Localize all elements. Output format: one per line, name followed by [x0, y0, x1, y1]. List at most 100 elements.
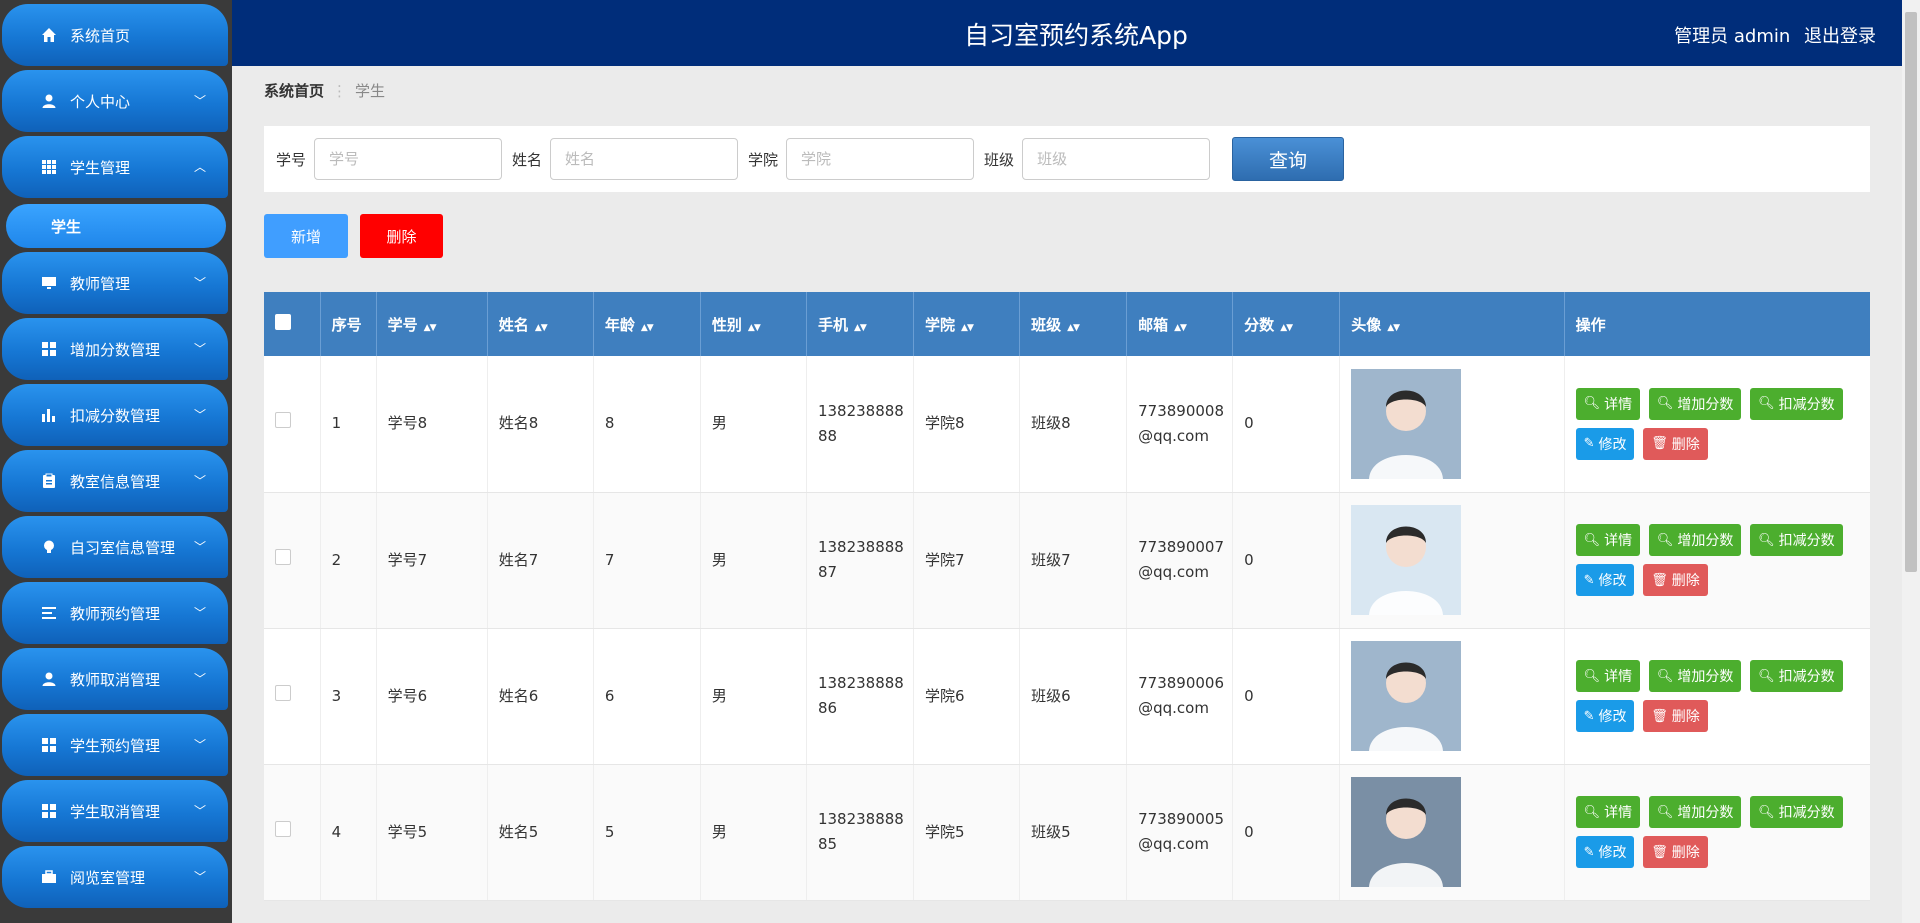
scrollbar-thumb[interactable]: [1905, 12, 1917, 572]
edit-button[interactable]: ✎ 修改: [1575, 836, 1635, 868]
page-scrollbar[interactable]: [1902, 0, 1920, 923]
search-icon: 🔍︎: [1656, 396, 1674, 412]
batch-delete-button[interactable]: 删除: [360, 214, 443, 258]
sort-icon[interactable]: ▲▼: [1067, 323, 1080, 333]
subtract-score-button[interactable]: 🔍︎ 扣减分数: [1750, 660, 1843, 692]
col-email[interactable]: 邮箱 ▲▼: [1126, 292, 1234, 356]
search-form: 学号 姓名 学院 班级 查询: [264, 126, 1870, 192]
detail-button[interactable]: 🔍︎ 详情: [1575, 660, 1641, 692]
query-button[interactable]: 查询: [1232, 137, 1345, 181]
ops-line-2: ✎ 修改 🗑︎ 删除: [1575, 560, 1870, 600]
user-icon: [40, 92, 58, 110]
col-class[interactable]: 班级 ▲▼: [1019, 292, 1128, 356]
sidebar-item-personal[interactable]: 个人中心 ﹀: [2, 70, 228, 132]
sidebar-item-reading-room[interactable]: 阅览室管理 ﹀: [2, 846, 228, 908]
col-college[interactable]: 学院 ▲▼: [913, 292, 1021, 356]
row-checkbox[interactable]: [275, 548, 291, 565]
sidebar: 系统首页 个人中心 ﹀ 学生管理 ︿ 学生 教师管理 ﹀ 增加分数管理 ﹀ 扣减…: [0, 0, 232, 923]
col-avatar[interactable]: 头像 ▲▼: [1339, 292, 1565, 356]
chevron-down-icon: ﹀: [193, 804, 206, 818]
sidebar-item-teacher-booking[interactable]: 教师预约管理 ﹀: [2, 582, 228, 644]
user-area: 管理员 admin 退出登录: [1666, 22, 1876, 48]
subtract-score-button[interactable]: 🔍︎ 扣减分数: [1750, 796, 1843, 828]
cell-email: 773890006 @qq.com: [1126, 628, 1234, 765]
subtract-score-button[interactable]: 🔍︎ 扣减分数: [1750, 524, 1843, 556]
chevron-down-icon: ﹀: [193, 672, 206, 686]
search-icon: 🔍︎: [1656, 532, 1674, 548]
sidebar-item-classroom[interactable]: 教室信息管理 ﹀: [2, 450, 228, 512]
sort-icon[interactable]: ▲▼: [1387, 323, 1400, 333]
breadcrumb-home[interactable]: 系统首页: [264, 82, 324, 100]
ops-line-1: 🔍︎ 详情 🔍︎ 增加分数 🔍︎ 扣减分数: [1575, 792, 1870, 832]
class-input[interactable]: [1022, 138, 1211, 180]
row-checkbox[interactable]: [275, 684, 291, 701]
breadcrumb-current: 学生: [355, 82, 386, 100]
cell-phone: 138238888 87: [806, 492, 915, 629]
row-checkbox[interactable]: [275, 412, 291, 429]
student-id-input[interactable]: [314, 138, 503, 180]
col-age[interactable]: 年龄 ▲▼: [593, 292, 701, 356]
delete-row-button[interactable]: 🗑︎ 删除: [1643, 564, 1708, 596]
sort-icon[interactable]: ▲▼: [641, 323, 654, 333]
name-input[interactable]: [550, 138, 739, 180]
sort-icon[interactable]: ▲▼: [535, 323, 548, 333]
breadcrumb-separator: ⋮: [332, 82, 348, 100]
select-all-checkbox[interactable]: [275, 314, 291, 330]
row-checkbox[interactable]: [275, 820, 291, 837]
col-sex[interactable]: 性别 ▲▼: [700, 292, 807, 356]
sort-icon[interactable]: ▲▼: [424, 323, 437, 333]
sidebar-item-add-score[interactable]: 增加分数管理 ﹀: [2, 318, 228, 380]
col-phone[interactable]: 手机 ▲▼: [806, 292, 915, 356]
detail-button[interactable]: 🔍︎ 详情: [1575, 524, 1641, 556]
cell-college: 学院5: [913, 764, 1021, 901]
cell-email: 773890007 @qq.com: [1126, 492, 1234, 629]
student-id-label: 学号: [276, 150, 307, 169]
add-score-button[interactable]: 🔍︎ 增加分数: [1648, 387, 1742, 420]
col-name[interactable]: 姓名 ▲▼: [487, 292, 594, 356]
delete-row-button[interactable]: 🗑︎ 删除: [1643, 427, 1708, 460]
logout-link[interactable]: 退出登录: [1804, 26, 1876, 47]
search-icon: 🔍︎: [1758, 532, 1775, 548]
sidebar-item-student[interactable]: 学生管理 ︿: [2, 136, 228, 198]
add-button[interactable]: 新增: [264, 214, 348, 258]
edit-button[interactable]: ✎ 修改: [1575, 700, 1635, 732]
sort-icon[interactable]: ▲▼: [854, 323, 867, 333]
sort-icon[interactable]: ▲▼: [1174, 323, 1187, 333]
trash-icon: 🗑︎: [1651, 708, 1668, 724]
sidebar-item-student-booking[interactable]: 学生预约管理 ﹀: [2, 714, 228, 776]
edit-button[interactable]: ✎ 修改: [1575, 427, 1635, 460]
chevron-down-icon: ﹀: [193, 870, 206, 884]
sidebar-item-teacher-cancel[interactable]: 教师取消管理 ﹀: [2, 648, 228, 710]
sidebar-subitem-student[interactable]: 学生: [6, 204, 226, 248]
college-input[interactable]: [786, 138, 975, 180]
list-icon: [40, 604, 58, 622]
sidebar-item-sub-score[interactable]: 扣减分数管理 ﹀: [2, 384, 228, 446]
cell-score: 0: [1232, 356, 1341, 493]
trash-icon: 🗑︎: [1651, 436, 1668, 452]
delete-row-button[interactable]: 🗑︎ 删除: [1643, 836, 1708, 868]
subtract-score-button[interactable]: 🔍︎ 扣减分数: [1750, 387, 1843, 420]
add-score-button[interactable]: 🔍︎ 增加分数: [1648, 796, 1742, 828]
edit-button[interactable]: ✎ 修改: [1575, 564, 1635, 596]
search-icon: 🔍︎: [1656, 668, 1674, 684]
sidebar-item-teacher[interactable]: 教师管理 ﹀: [2, 252, 228, 314]
chevron-down-icon: ﹀: [193, 276, 206, 290]
col-student-id[interactable]: 学号 ▲▼: [376, 292, 488, 356]
grid-icon: [40, 340, 58, 358]
top-header: 自习室预约系统App 管理员 admin 退出登录: [232, 0, 1920, 66]
add-score-button[interactable]: 🔍︎ 增加分数: [1648, 660, 1742, 692]
detail-button[interactable]: 🔍︎ 详情: [1575, 796, 1641, 828]
sort-icon[interactable]: ▲▼: [748, 323, 761, 333]
col-actions: 操作: [1564, 292, 1870, 356]
sort-icon[interactable]: ▲▼: [961, 323, 974, 333]
cell-index: 3: [320, 628, 377, 765]
cell-phone: 138238888 86: [806, 628, 915, 765]
sidebar-item-home[interactable]: 系统首页: [2, 4, 228, 66]
detail-button[interactable]: 🔍︎ 详情: [1575, 387, 1641, 420]
sort-icon[interactable]: ▲▼: [1280, 323, 1293, 333]
delete-row-button[interactable]: 🗑︎ 删除: [1643, 700, 1708, 732]
sidebar-item-student-cancel[interactable]: 学生取消管理 ﹀: [2, 780, 228, 842]
add-score-button[interactable]: 🔍︎ 增加分数: [1648, 524, 1742, 556]
col-score[interactable]: 分数 ▲▼: [1232, 292, 1341, 356]
sidebar-item-study-room[interactable]: 自习室信息管理 ﹀: [2, 516, 228, 578]
